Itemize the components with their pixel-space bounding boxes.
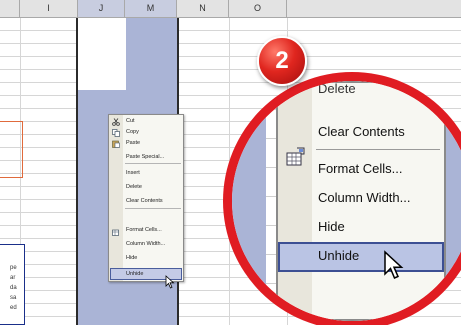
zoom-menu-item-clear-contents[interactable]: Clear Contents <box>318 124 405 139</box>
mouse-pointer-icon <box>165 275 175 289</box>
menu-item-paste[interactable]: Paste <box>126 138 140 148</box>
menu-item-unhide[interactable]: Unhide <box>126 269 143 279</box>
zoom-callout: Delete Clear Contents Format Cells... Co… <box>232 81 461 321</box>
mouse-pointer-icon-large <box>384 250 404 279</box>
column-header-o[interactable]: O <box>229 0 287 17</box>
orange-border-box <box>0 121 23 178</box>
menu-item-copy[interactable]: Copy <box>126 127 139 137</box>
zoom-menu-item-column-width[interactable]: Column Width... <box>318 190 410 205</box>
side-text: sa <box>10 295 17 301</box>
zoom-menu-separator <box>316 149 440 150</box>
cut-icon <box>112 118 120 126</box>
column-boundary <box>76 18 78 325</box>
menu-item-delete[interactable]: Delete <box>126 182 142 192</box>
column-header-j[interactable]: J <box>78 0 125 17</box>
menu-item-clear-contents[interactable]: Clear Contents <box>126 196 163 206</box>
format-cells-icon <box>286 147 305 166</box>
menu-item-hide[interactable]: Hide <box>126 253 137 263</box>
column-header-m[interactable]: M <box>125 0 177 17</box>
copy-icon <box>112 129 120 137</box>
side-text: ed <box>10 305 17 311</box>
menu-separator <box>125 208 181 209</box>
zoom-context-menu: Delete Clear Contents Format Cells... Co… <box>276 81 446 321</box>
column-header-i[interactable]: I <box>20 0 78 17</box>
zoom-menu-gutter <box>278 83 312 319</box>
column-header-blank <box>0 0 20 17</box>
white-cell-area <box>78 18 126 90</box>
menu-item-insert[interactable]: Insert <box>126 168 140 178</box>
menu-separator <box>125 163 181 164</box>
column-header-n[interactable]: N <box>177 0 229 17</box>
column-header-bar: I J M N O <box>0 0 461 18</box>
zoom-menu-highlight <box>278 242 444 272</box>
format-cells-icon <box>112 229 119 236</box>
side-text: da <box>10 285 17 291</box>
zoom-menu-item-format-cells[interactable]: Format Cells... <box>318 161 403 176</box>
zoom-selected-column <box>232 81 266 321</box>
excel-worksheet: I J M N O pe ar da sa ed Cut Copy Paste … <box>0 0 461 325</box>
context-menu: Cut Copy Paste Paste Special... Insert D… <box>108 114 184 282</box>
menu-item-cut[interactable]: Cut <box>126 116 135 126</box>
side-text: ar <box>10 275 16 281</box>
menu-item-column-width[interactable]: Column Width... <box>126 239 165 249</box>
paste-icon <box>112 140 120 148</box>
step-number-badge: 2 <box>257 36 307 86</box>
menu-item-paste-special[interactable]: Paste Special... <box>126 152 164 162</box>
menu-item-format-cells[interactable]: Format Cells... <box>126 225 162 235</box>
zoom-menu-item-hide[interactable]: Hide <box>318 219 345 234</box>
side-text: pe <box>10 265 17 271</box>
step-number: 2 <box>275 47 289 74</box>
blue-border-box: pe ar da sa ed <box>0 244 25 325</box>
zoom-menu-item-unhide[interactable]: Unhide <box>318 248 359 263</box>
zoom-menu-item-delete[interactable]: Delete <box>318 81 356 96</box>
